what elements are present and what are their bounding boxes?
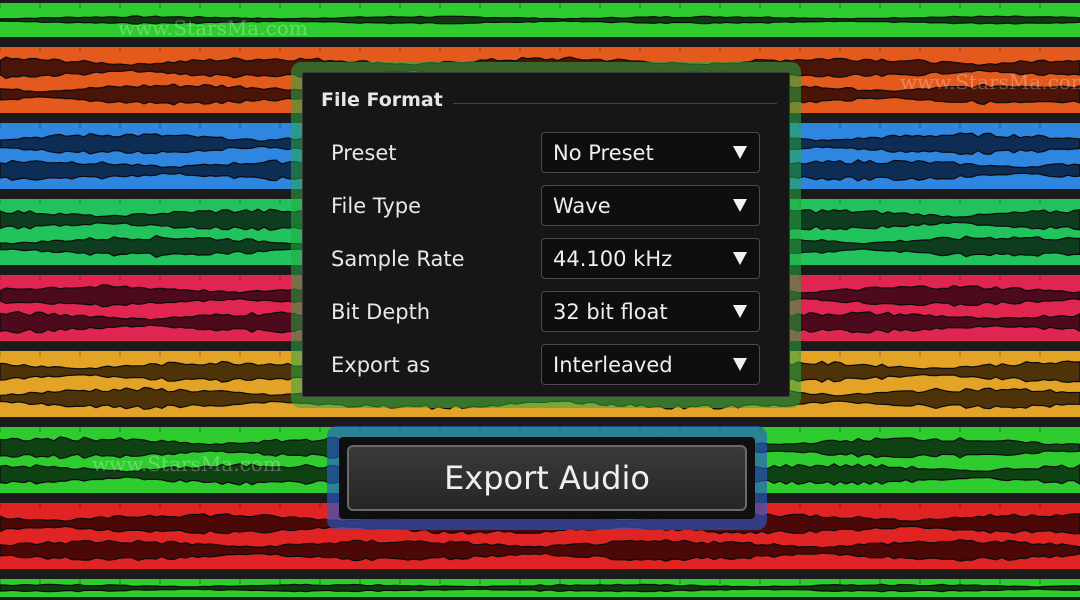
watermark: www.StarsMa.com bbox=[900, 70, 1080, 94]
chevron-down-icon bbox=[733, 199, 747, 212]
export-as-value: Interleaved bbox=[553, 353, 673, 377]
export-as-dropdown[interactable]: Interleaved bbox=[541, 344, 760, 385]
sample-rate-label: Sample Rate bbox=[331, 247, 465, 271]
file-type-dropdown[interactable]: Wave bbox=[541, 185, 760, 226]
panel-divider bbox=[453, 103, 777, 104]
track-lane bbox=[0, 579, 1080, 597]
chevron-down-icon bbox=[733, 305, 747, 318]
preset-value: No Preset bbox=[553, 141, 654, 165]
file-type-value: Wave bbox=[553, 194, 611, 218]
panel-title: File Format bbox=[321, 89, 453, 111]
preset-label: Preset bbox=[331, 141, 397, 165]
chevron-down-icon bbox=[733, 252, 747, 265]
sample-rate-value: 44.100 kHz bbox=[553, 247, 673, 271]
bit-depth-dropdown[interactable]: 32 bit float bbox=[541, 291, 760, 332]
bit-depth-label: Bit Depth bbox=[331, 300, 431, 324]
watermark: www.StarsMa.com bbox=[118, 16, 308, 40]
watermark: www.StarsMa.com bbox=[92, 452, 282, 476]
sample-rate-dropdown[interactable]: 44.100 kHz bbox=[541, 238, 760, 279]
chevron-down-icon bbox=[733, 358, 747, 371]
file-format-panel: File Format Preset No Preset File Type W… bbox=[302, 72, 790, 397]
export-as-label: Export as bbox=[331, 353, 431, 377]
chevron-down-icon bbox=[733, 146, 747, 159]
file-type-label: File Type bbox=[331, 194, 422, 218]
preset-dropdown[interactable]: No Preset bbox=[541, 132, 760, 173]
bit-depth-value: 32 bit float bbox=[553, 300, 668, 324]
export-audio-button[interactable]: Export Audio bbox=[347, 445, 747, 511]
